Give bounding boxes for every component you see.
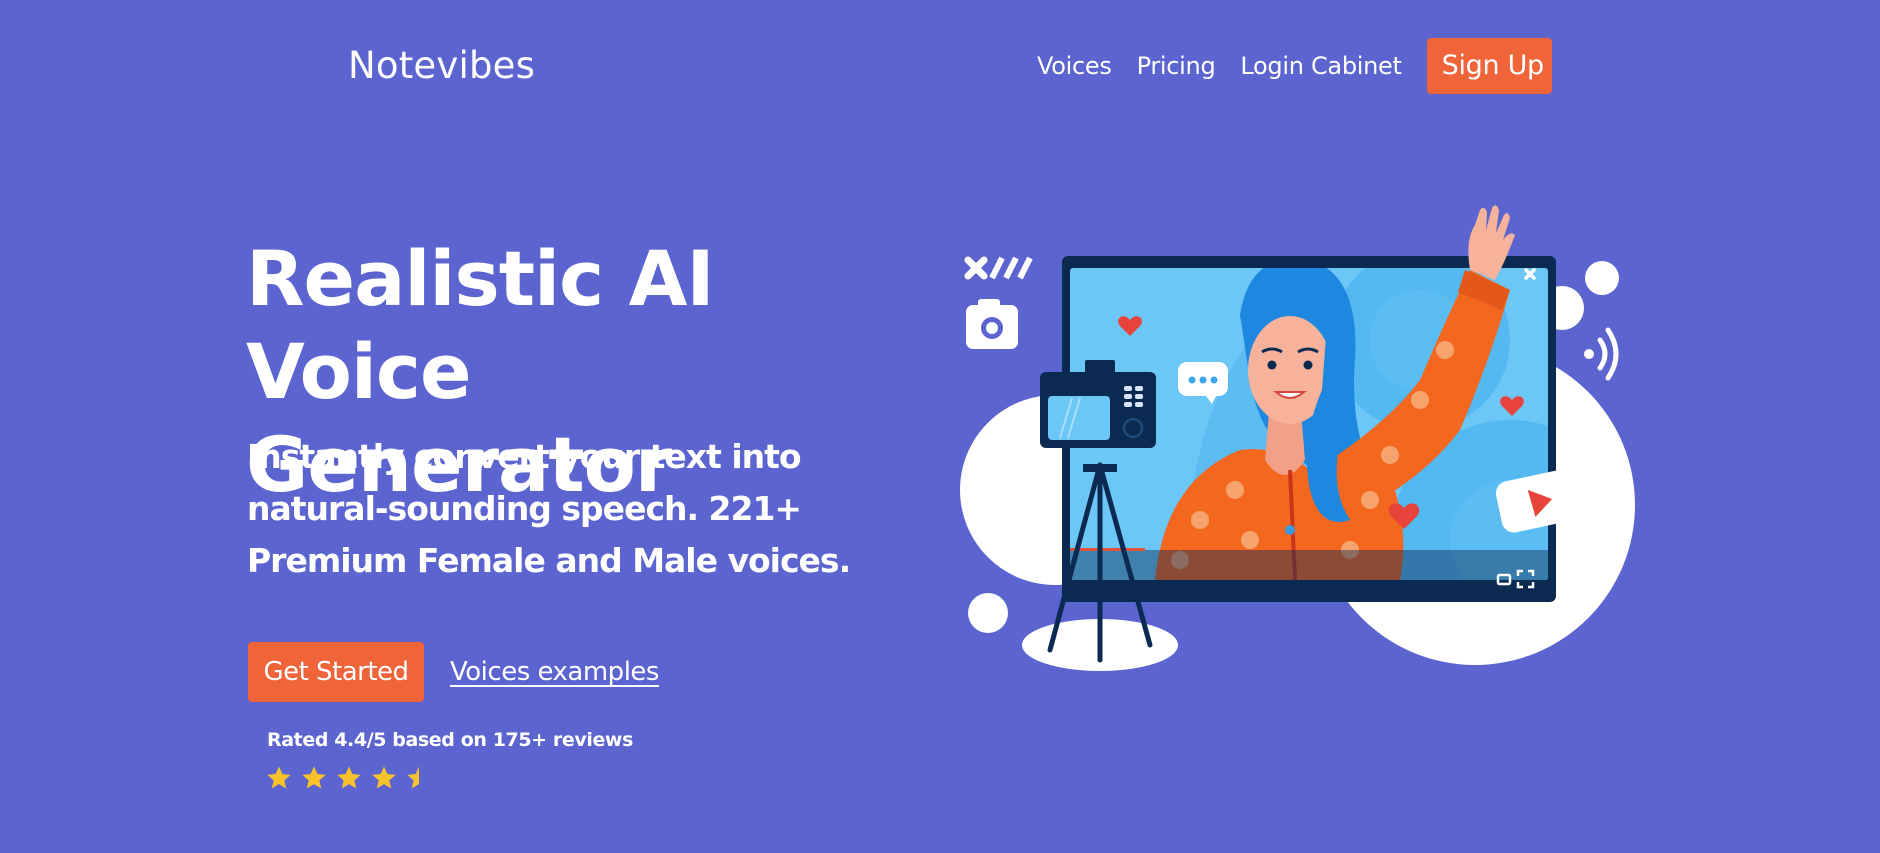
navbar: Notevibes Voices Pricing Login Cabinet S… — [0, 0, 1880, 135]
nav-link-login-cabinet[interactable]: Login Cabinet — [1240, 38, 1402, 94]
broadcast-signal-icon — [1584, 327, 1619, 381]
bg-dot-top-right-1 — [1585, 261, 1619, 295]
nav-links: Voices Pricing Login Cabinet Sign Up — [1037, 38, 1552, 94]
logo[interactable]: Notevibes — [348, 44, 535, 87]
bg-dot-bottom-left — [968, 593, 1008, 633]
rating-text: Rated 4.4/5 based on 175+ reviews — [267, 729, 633, 751]
star-full-icon — [337, 766, 361, 789]
nav-link-pricing[interactable]: Pricing — [1137, 38, 1216, 94]
camera-icon — [966, 299, 1018, 349]
close-x-icon — [964, 256, 988, 280]
star-partial-icon — [407, 766, 419, 789]
star-full-icon — [267, 766, 291, 789]
landing-page: Notevibes Voices Pricing Login Cabinet S… — [0, 0, 1880, 853]
voices-examples-link[interactable]: Voices examples — [450, 657, 659, 687]
star-full-icon — [372, 766, 396, 789]
cta-row: Get Started Voices examples — [248, 642, 659, 702]
get-started-button[interactable]: Get Started — [248, 642, 424, 702]
hero-subtitle: Instantly convert your text into natural… — [247, 437, 851, 580]
nav-link-voices[interactable]: Voices — [1037, 38, 1112, 94]
slash-marks-icon — [989, 256, 1033, 280]
hero-illustration — [960, 205, 1635, 671]
star-rating — [265, 764, 440, 792]
sign-up-button[interactable]: Sign Up — [1426, 38, 1552, 94]
hero-title-line-1: Realistic AI Voice — [246, 234, 715, 416]
star-full-icon — [302, 766, 326, 789]
